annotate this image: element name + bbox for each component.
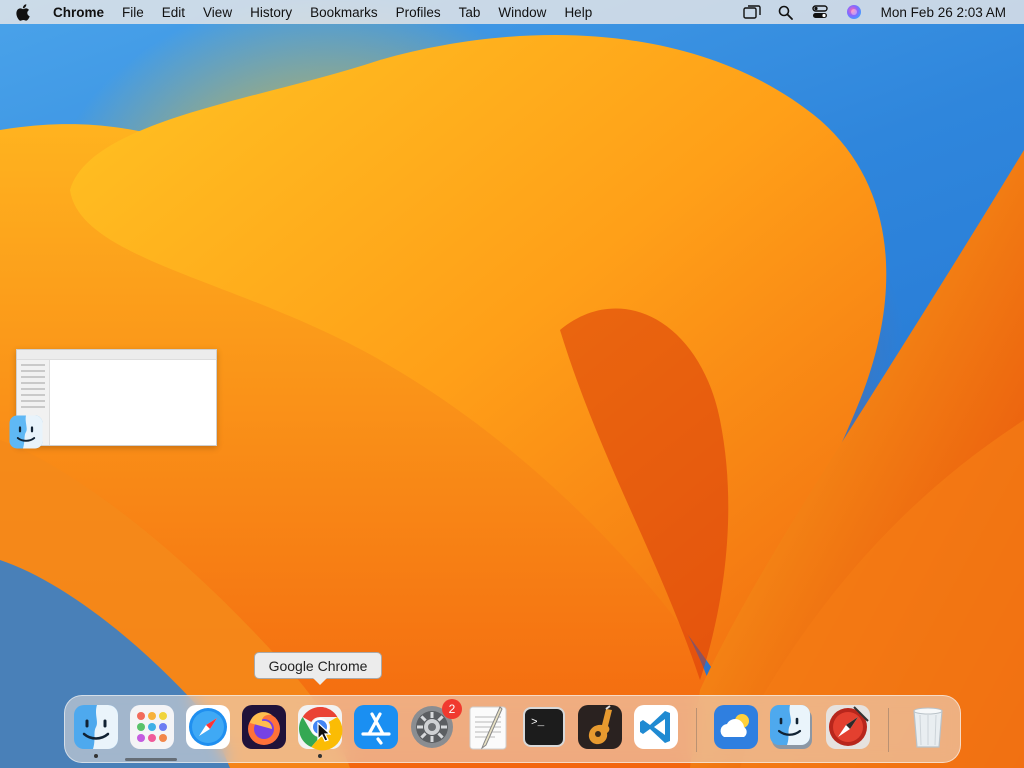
trash-icon[interactable]: [904, 703, 952, 751]
mouse-cursor-icon: [317, 721, 332, 747]
spotlight-search-icon[interactable]: [769, 5, 803, 20]
running-indicator: [94, 754, 98, 758]
weather-icon[interactable]: [712, 703, 760, 751]
launchpad-icon[interactable]: [128, 703, 176, 751]
menu-tab[interactable]: Tab: [450, 5, 490, 20]
system-settings-icon[interactable]: 2: [408, 699, 462, 751]
dock-separator: [696, 708, 697, 752]
siri-icon[interactable]: [837, 4, 871, 20]
menu-bar: Chrome File Edit View History Bookmarks …: [0, 0, 1024, 24]
finder-icon[interactable]: [8, 414, 44, 450]
menu-edit[interactable]: Edit: [153, 5, 194, 20]
running-indicator: [318, 754, 322, 758]
textedit-icon[interactable]: [464, 703, 512, 751]
menu-clock[interactable]: Mon Feb 26 2:03 AM: [881, 5, 1006, 20]
menu-bookmarks[interactable]: Bookmarks: [301, 5, 387, 20]
terminal-glyph: >_: [531, 717, 545, 729]
vscode-icon[interactable]: [632, 703, 680, 751]
notification-badge: 2: [442, 699, 462, 719]
menu-file[interactable]: File: [113, 5, 153, 20]
launchpad-page-indicator: [125, 758, 177, 761]
dock-tooltip: Google Chrome: [254, 652, 382, 685]
menu-view[interactable]: View: [194, 5, 241, 20]
firefox-icon[interactable]: [240, 703, 288, 751]
finder-icon[interactable]: [72, 703, 120, 751]
terminal-icon[interactable]: >_: [520, 703, 568, 751]
app-store-icon[interactable]: [352, 703, 400, 751]
safari-icon[interactable]: [184, 703, 232, 751]
garageband-icon[interactable]: [576, 703, 624, 751]
screen-mirroring-icon[interactable]: [735, 5, 769, 19]
menu-profiles[interactable]: Profiles: [387, 5, 450, 20]
menu-window[interactable]: Window: [489, 5, 555, 20]
finder-stack-icon[interactable]: [768, 703, 816, 751]
apple-logo-icon[interactable]: [0, 3, 44, 21]
control-center-icon[interactable]: [803, 5, 837, 19]
menu-app-name[interactable]: Chrome: [44, 5, 113, 20]
dock-separator: [888, 708, 889, 752]
dock: 2 >_: [64, 695, 961, 763]
window-thumbnail[interactable]: [16, 349, 217, 446]
menu-history[interactable]: History: [241, 5, 301, 20]
menu-help[interactable]: Help: [555, 5, 601, 20]
compass-icon[interactable]: [824, 703, 872, 751]
